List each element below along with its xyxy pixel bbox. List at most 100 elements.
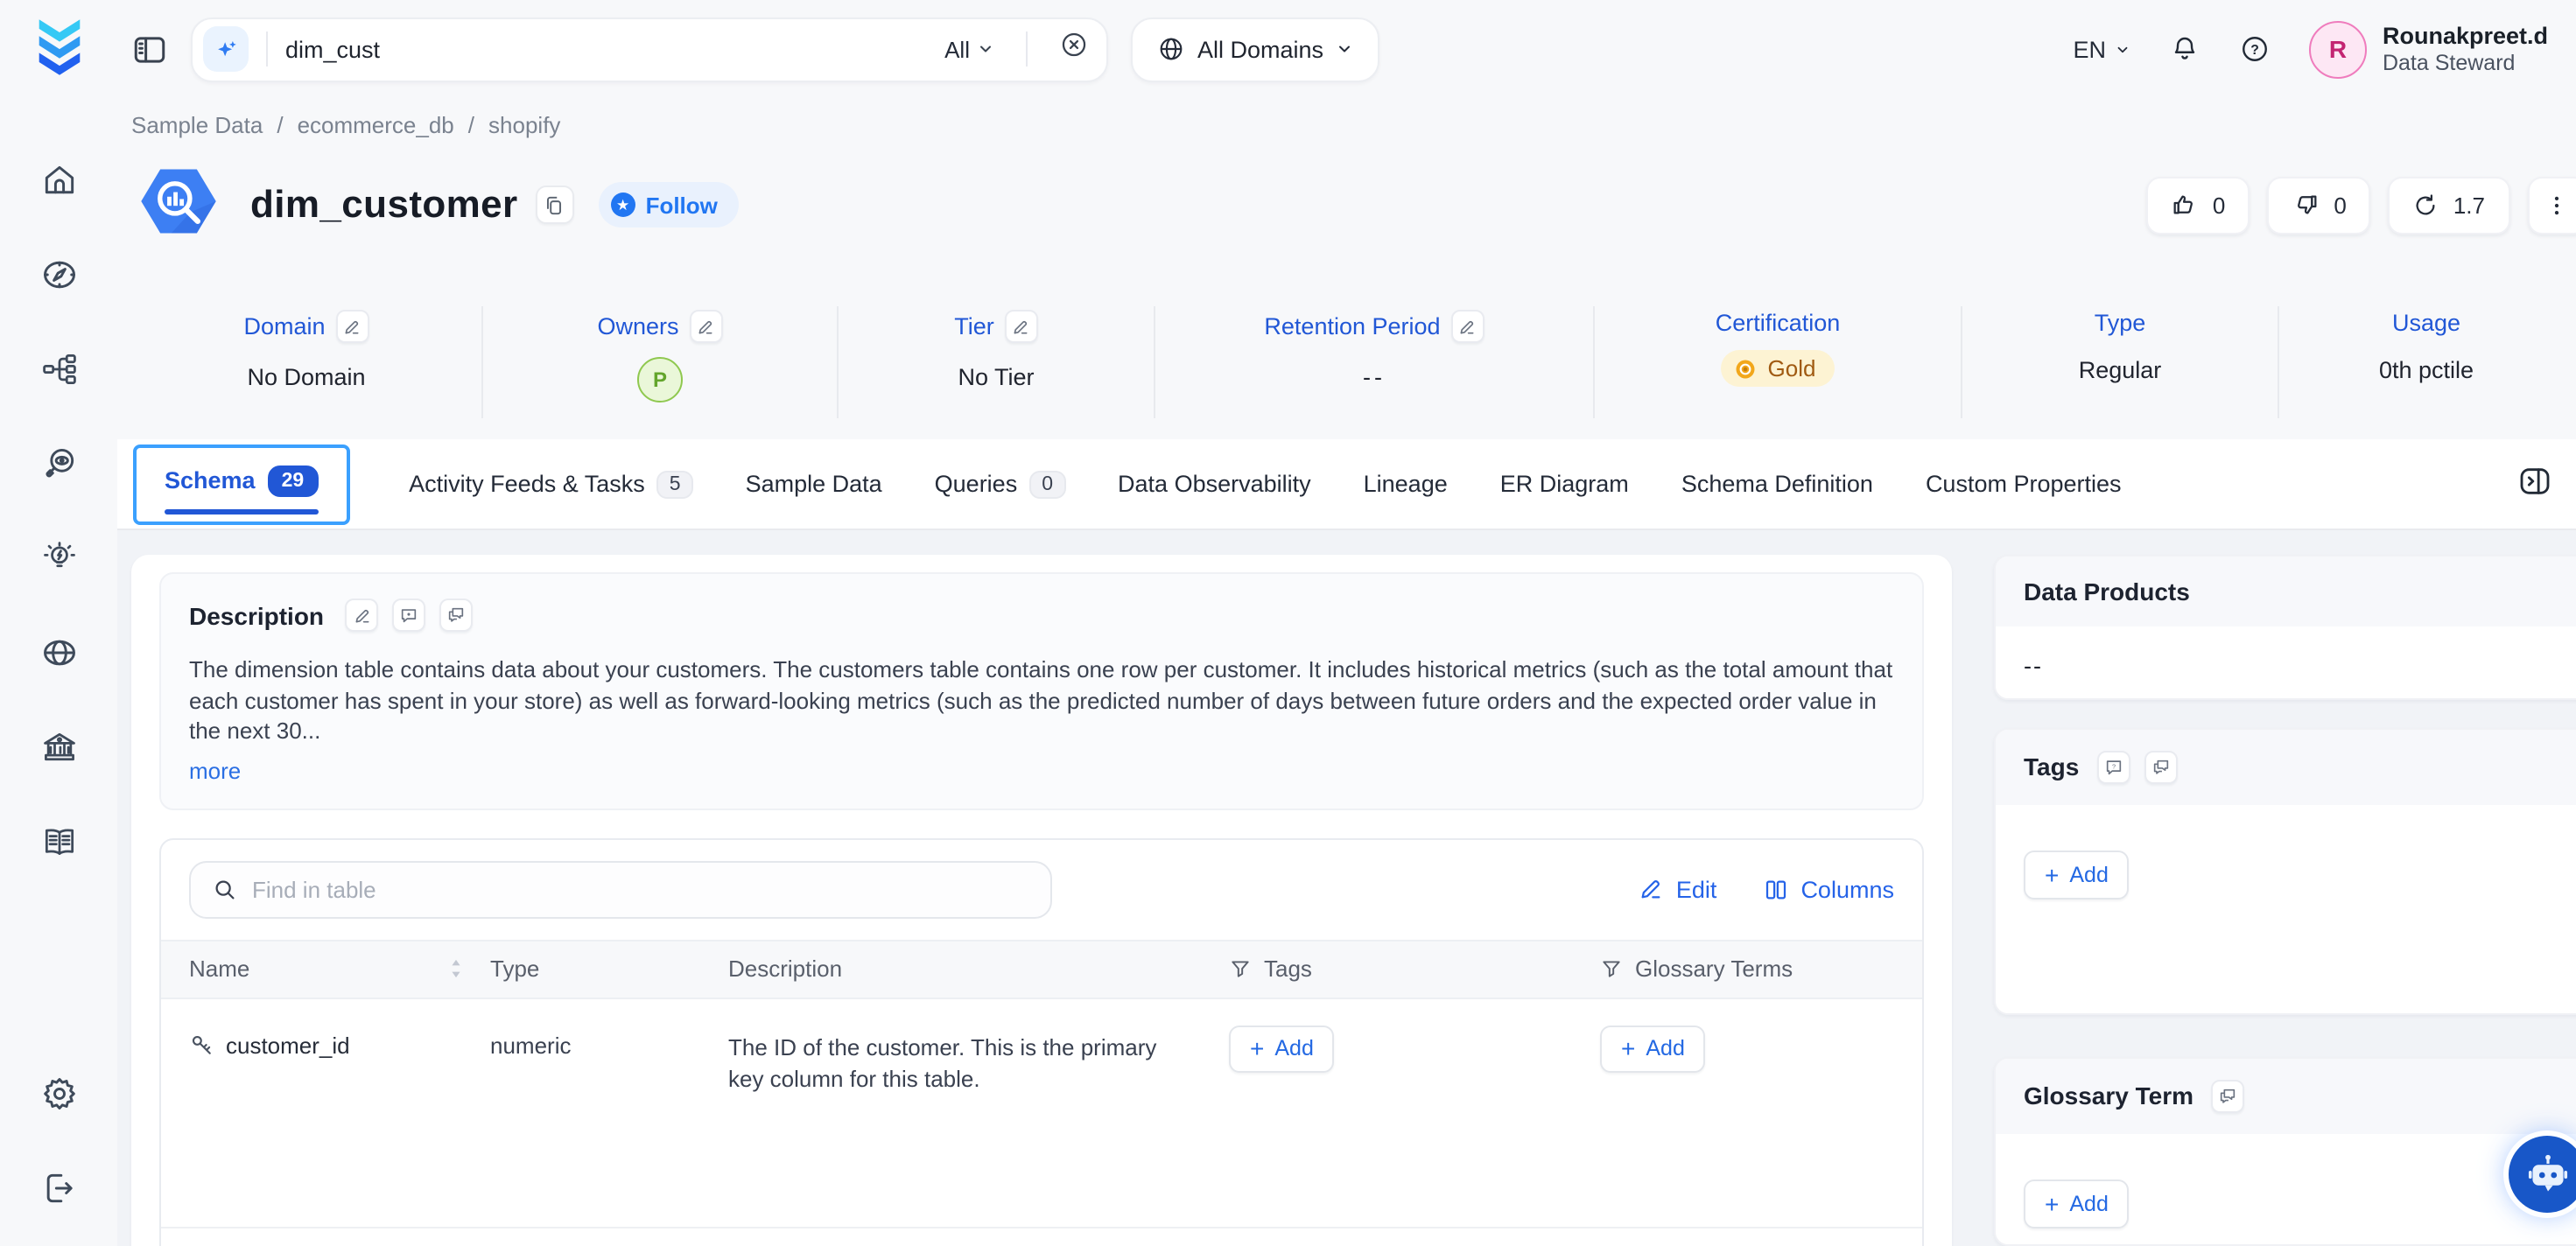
add-tag-button[interactable]: +Add	[2024, 850, 2130, 899]
meta-label[interactable]: Type	[2095, 310, 2146, 336]
chevron-down-icon	[1336, 40, 1353, 58]
meta-label[interactable]: Domain	[243, 313, 325, 340]
column-name[interactable]: customer_id	[226, 1032, 350, 1058]
col-header-description[interactable]: Description	[728, 956, 842, 982]
more-actions-button[interactable]	[2527, 176, 2576, 234]
tab-schema[interactable]: Schema 29	[165, 465, 318, 496]
clear-search-icon[interactable]	[1059, 30, 1089, 68]
suggestions-icon[interactable]	[439, 598, 473, 632]
breadcrumb-connection[interactable]: Sample Data	[131, 112, 263, 138]
comment-icon[interactable]: ?	[2096, 750, 2130, 783]
ai-sparkle-icon[interactable]	[203, 26, 249, 72]
active-tab-highlight: Schema 29	[133, 444, 349, 524]
add-glossary-term-button[interactable]: +Add	[2024, 1180, 2130, 1228]
tab-count-badge: 5	[657, 470, 693, 498]
meta-label[interactable]: Retention Period	[1264, 313, 1440, 340]
downvote-button[interactable]: 0	[2267, 176, 2370, 234]
upvote-button[interactable]: 0	[2146, 176, 2250, 234]
search-scope-dropdown[interactable]: All	[944, 36, 994, 62]
tab-schema-definition[interactable]: Schema Definition	[1681, 471, 1873, 497]
comment-icon[interactable]	[392, 598, 425, 632]
meta-label[interactable]: Usage	[2392, 310, 2460, 336]
add-glossary-term-button[interactable]: +Add	[1600, 1025, 1706, 1072]
col-header-type[interactable]: Type	[490, 956, 539, 982]
nav-discover-icon[interactable]	[24, 228, 94, 322]
breadcrumb-schema[interactable]: shopify	[488, 112, 560, 138]
tab-data-observability[interactable]: Data Observability	[1118, 471, 1311, 497]
star-icon: ★	[611, 192, 635, 217]
table-row[interactable]: shop_id numeric The ID of the store. Thi…	[161, 1226, 1922, 1246]
tab-er-diagram[interactable]: ER Diagram	[1500, 471, 1629, 497]
meta-label[interactable]: Certification	[1716, 310, 1841, 336]
svg-text:?: ?	[2250, 43, 2259, 58]
edit-table-button[interactable]: Edit	[1639, 876, 1717, 902]
filter-icon[interactable]	[1600, 957, 1623, 980]
meta-value: No Domain	[247, 364, 365, 390]
find-in-table-box[interactable]	[189, 860, 1052, 918]
tab-lineage[interactable]: Lineage	[1364, 471, 1448, 497]
nav-governance-icon[interactable]	[24, 700, 94, 794]
nav-glossary-icon[interactable]	[24, 794, 94, 889]
freshness-score-button[interactable]: 1.7	[2389, 176, 2509, 234]
description-more-link[interactable]: more	[189, 757, 241, 783]
help-icon[interactable]: ?	[2239, 33, 2271, 65]
chatbot-button[interactable]	[2509, 1136, 2576, 1213]
col-header-glossary[interactable]: Glossary Terms	[1635, 956, 1793, 982]
global-search-bar[interactable]: All	[191, 17, 1108, 81]
meta-value: --	[1363, 364, 1386, 390]
meta-tier: Tier No Tier	[839, 306, 1155, 418]
meta-type: Type Regular	[1962, 306, 2279, 418]
data-products-card: Data Products --	[1994, 555, 2576, 699]
logout-icon[interactable]	[24, 1141, 94, 1236]
notifications-bell-icon[interactable]	[2169, 33, 2200, 65]
nav-observability-icon[interactable]	[24, 416, 94, 511]
search-input[interactable]	[285, 36, 944, 62]
column-description: The ID of the customer. This is the prim…	[728, 1032, 1180, 1095]
breadcrumb-database[interactable]: ecommerce_db	[298, 112, 454, 138]
refresh-icon	[2413, 192, 2439, 218]
nav-web-icon[interactable]	[24, 606, 94, 700]
edit-pencil-icon	[1639, 877, 1664, 901]
nav-integrations-icon[interactable]	[24, 322, 94, 416]
search-icon	[212, 876, 238, 902]
edit-pencil-icon[interactable]	[1451, 310, 1485, 343]
divider	[266, 32, 268, 66]
filter-icon[interactable]	[1229, 957, 1252, 980]
meta-label[interactable]: Tier	[954, 313, 994, 340]
atlan-logo[interactable]	[29, 16, 88, 88]
suggestions-icon[interactable]	[2144, 750, 2177, 783]
language-selector[interactable]: EN	[2073, 36, 2130, 62]
find-in-table-input[interactable]	[252, 876, 1029, 902]
user-menu[interactable]: R Rounakpreet.d Data Steward	[2309, 20, 2548, 78]
tab-activity-feeds[interactable]: Activity Feeds & Tasks 5	[409, 470, 692, 498]
edit-pencil-icon[interactable]	[1005, 310, 1038, 343]
meta-label[interactable]: Owners	[597, 313, 678, 340]
collapse-panel-icon[interactable]	[2516, 464, 2551, 508]
user-name: Rounakpreet.d	[2383, 22, 2548, 52]
active-tab-underline	[165, 508, 318, 514]
user-avatar[interactable]: R	[2309, 20, 2367, 78]
tab-queries[interactable]: Queries 0	[935, 470, 1065, 498]
edit-pencil-icon[interactable]	[345, 598, 378, 632]
col-header-name[interactable]: Name	[189, 956, 249, 982]
all-domains-button[interactable]: All Domains	[1131, 17, 1379, 81]
owner-avatar[interactable]: P	[637, 357, 683, 402]
table-row[interactable]: customer_id numeric The ID of the custom…	[161, 998, 1922, 1226]
copy-link-icon[interactable]	[536, 186, 574, 224]
add-tag-button[interactable]: +Add	[1229, 1025, 1335, 1072]
sidebar-toggle-icon[interactable]	[131, 31, 168, 67]
sort-icon[interactable]	[446, 957, 466, 980]
columns-config-button[interactable]: Columns	[1762, 876, 1894, 902]
edit-pencil-icon[interactable]	[336, 310, 369, 343]
nav-home-icon[interactable]	[24, 133, 94, 228]
settings-icon[interactable]	[24, 1046, 94, 1141]
tab-sample-data[interactable]: Sample Data	[746, 471, 882, 497]
user-role: Data Steward	[2383, 52, 2548, 76]
edit-pencil-icon[interactable]	[690, 310, 723, 343]
meta-certification: Certification Gold	[1595, 306, 1962, 418]
tab-custom-properties[interactable]: Custom Properties	[1926, 471, 2122, 497]
suggestions-icon[interactable]	[2211, 1080, 2244, 1113]
nav-insights-icon[interactable]	[24, 511, 94, 606]
follow-button[interactable]: ★ Follow	[599, 182, 739, 228]
col-header-tags[interactable]: Tags	[1264, 956, 1312, 982]
